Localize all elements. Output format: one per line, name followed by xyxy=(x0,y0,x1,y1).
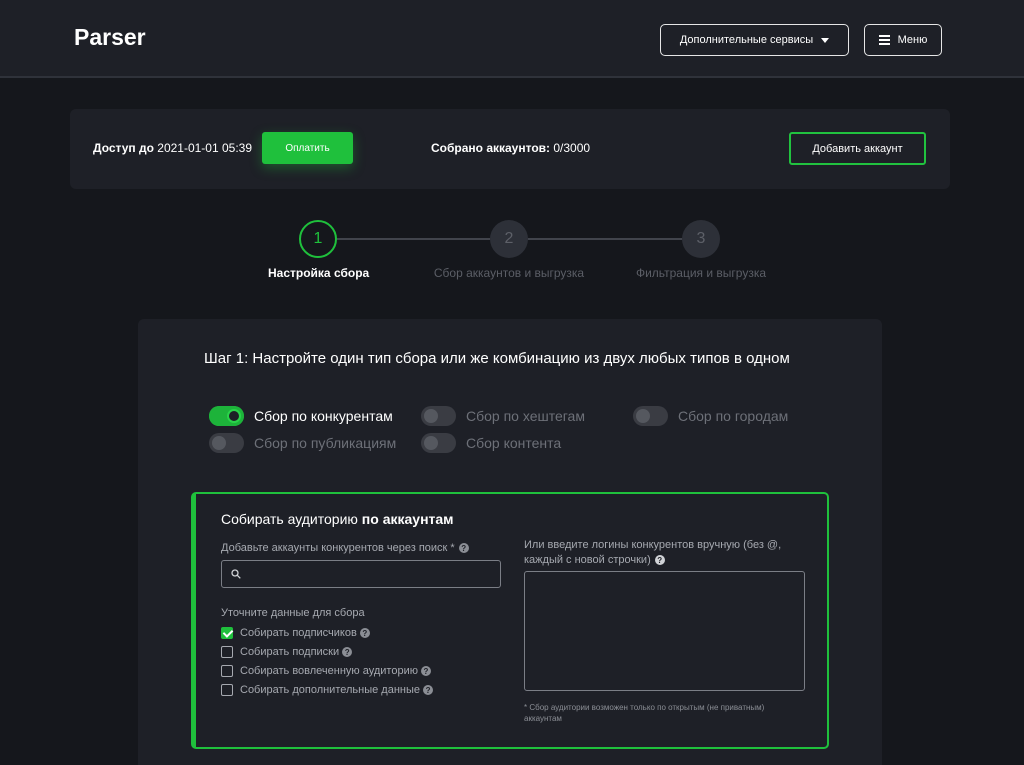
access-label: Доступ до xyxy=(93,141,154,155)
toggle-competitors[interactable]: Сбор по конкурентам xyxy=(209,406,393,426)
checkbox[interactable] xyxy=(221,646,233,658)
help-icon[interactable]: ? xyxy=(458,543,469,554)
step-1-label: Настройка сбора xyxy=(268,266,370,280)
add-account-button[interactable]: Добавить аккаунт xyxy=(789,132,926,165)
search-icon xyxy=(231,569,241,579)
main-card: Шаг 1: Настройте один тип сбора или же к… xyxy=(138,319,882,765)
manual-logins-textarea[interactable] xyxy=(524,571,805,691)
option-engaged[interactable]: Собирать вовлеченную аудиторию ? xyxy=(221,665,431,677)
help-icon[interactable]: ? xyxy=(342,647,353,657)
option-followers[interactable]: Собирать подписчиков ? xyxy=(221,627,370,639)
caret-down-icon xyxy=(821,37,830,43)
search-label: Добавьте аккаунты конкурентов через поис… xyxy=(221,541,469,556)
access-panel: Доступ до 2021-01-01 05:39 Оплатить Собр… xyxy=(70,109,950,189)
access-date: 2021-01-01 05:39 xyxy=(157,141,253,155)
footnote: * Сбор аудитории возможен только по откр… xyxy=(524,703,765,723)
option-following[interactable]: Собирать подписки ? xyxy=(221,646,353,658)
toggle-switch[interactable] xyxy=(209,433,244,453)
step-connector xyxy=(337,238,490,240)
option-additional[interactable]: Собирать дополнительные данные ? xyxy=(221,684,434,696)
hamburger-icon xyxy=(878,35,890,45)
pay-button[interactable]: Оплатить xyxy=(262,132,353,164)
option-label: Собирать дополнительные данные xyxy=(240,684,421,696)
help-icon[interactable]: ? xyxy=(654,555,665,566)
menu-button[interactable]: Меню xyxy=(864,24,942,56)
refine-label: Уточните данные для сбора xyxy=(221,607,365,619)
config-title-prefix: Собирать аудиторию xyxy=(221,511,358,527)
checkbox[interactable] xyxy=(221,665,233,677)
config-box-accounts: Собирать аудиторию по аккаунтам Добавьте… xyxy=(191,492,829,749)
toggle-content[interactable]: Сбор контента xyxy=(421,433,561,453)
toggle-switch[interactable] xyxy=(421,406,456,426)
option-label: Собирать подписки xyxy=(240,646,340,658)
checkbox[interactable] xyxy=(221,684,233,696)
top-bar: Parser Дополнительные сервисы Меню xyxy=(0,0,1024,78)
toggle-cities[interactable]: Сбор по городам xyxy=(633,406,788,426)
collected-value: 0/3000 xyxy=(553,141,591,155)
step-2-label: Сбор аккаунтов и выгрузка xyxy=(433,266,585,280)
toggle-label: Сбор по городам xyxy=(678,408,789,424)
collected-accounts: Собрано аккаунтов: 0/3000 xyxy=(431,141,590,155)
menu-label: Меню xyxy=(897,34,928,46)
manual-label-line2: каждый с новой строчки) xyxy=(524,554,651,566)
option-label: Собирать подписчиков xyxy=(240,627,357,639)
step-3-label: Фильтрация и выгрузка xyxy=(635,266,767,280)
search-label-text: Добавьте аккаунты конкурентов через поис… xyxy=(221,542,455,554)
services-dropdown-button[interactable]: Дополнительные сервисы xyxy=(660,24,849,56)
checkbox[interactable] xyxy=(221,627,233,639)
toggle-publications[interactable]: Сбор по публикациям xyxy=(209,433,396,453)
help-icon[interactable]: ? xyxy=(423,685,434,695)
search-input[interactable] xyxy=(248,561,498,587)
config-title: Собирать аудиторию по аккаунтам xyxy=(221,511,454,527)
toggle-switch[interactable] xyxy=(633,406,668,426)
config-title-bold: по аккаунтам xyxy=(361,511,454,527)
step-title: Шаг 1: Настройте один тип сбора или же к… xyxy=(204,350,790,367)
help-icon[interactable]: ? xyxy=(420,666,431,676)
help-icon[interactable]: ? xyxy=(359,628,370,638)
toggle-label: Сбор по публикациям xyxy=(254,435,397,451)
toggle-label: Сбор по конкурентам xyxy=(254,408,393,424)
toggle-label: Сбор контента xyxy=(466,435,562,451)
option-label: Собирать вовлеченную аудиторию xyxy=(240,665,418,677)
toggle-hashtags[interactable]: Сбор по хештегам xyxy=(421,406,585,426)
step-connector xyxy=(528,238,682,240)
access-info: Доступ до 2021-01-01 05:39 xyxy=(93,141,252,155)
manual-label: Или введите логины конкурентов вручную (… xyxy=(524,538,814,568)
services-label: Дополнительные сервисы xyxy=(679,34,814,46)
toggle-switch[interactable] xyxy=(421,433,456,453)
manual-label-line1: Или введите логины конкурентов вручную (… xyxy=(524,539,782,551)
logo[interactable]: Parser xyxy=(74,24,146,51)
search-field[interactable] xyxy=(221,560,501,588)
step-1-circle[interactable]: 1 xyxy=(299,220,337,258)
toggle-switch[interactable] xyxy=(209,406,244,426)
step-3-circle[interactable]: 3 xyxy=(682,220,720,258)
collected-label: Собрано аккаунтов: xyxy=(431,141,551,155)
step-2-circle[interactable]: 2 xyxy=(490,220,528,258)
toggle-label: Сбор по хештегам xyxy=(466,408,585,424)
